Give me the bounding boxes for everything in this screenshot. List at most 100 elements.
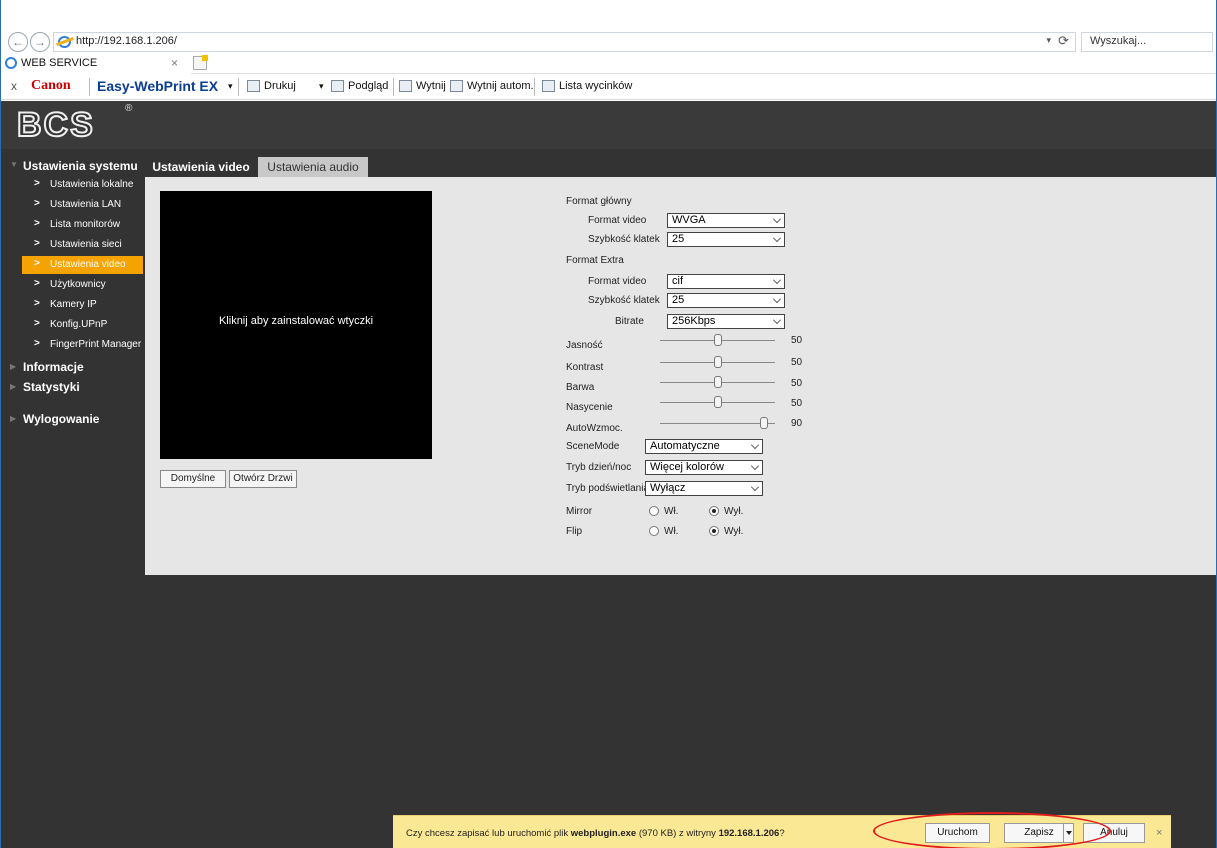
hue-slider-handle[interactable] — [713, 376, 722, 388]
main-video-format-label: Format video — [588, 215, 647, 226]
hue-label: Barwa — [566, 382, 595, 393]
chevron-right-icon: > — [34, 238, 40, 249]
select-value: Automatyczne — [650, 440, 720, 452]
clip-button[interactable]: Wytnij — [416, 80, 446, 92]
day-night-label: Tryb dzień/noc — [566, 462, 632, 473]
sidebar-item-monitor-list[interactable]: > Lista monitorów — [22, 216, 143, 234]
clip-list-button[interactable]: Lista wycinków — [559, 80, 632, 92]
sidebar-information[interactable]: Informacje — [23, 360, 84, 374]
chevron-right-icon: > — [34, 198, 40, 209]
address-dropdown-icon[interactable]: ▾ — [1046, 35, 1051, 46]
sidebar-logout[interactable]: Wylogowanie — [23, 412, 99, 426]
preview-dropdown-icon[interactable]: ▾ — [319, 81, 324, 92]
mirror-on-label: Wł. — [664, 506, 679, 517]
saturation-slider-handle[interactable] — [713, 396, 722, 408]
easy-webprint-dropdown-icon[interactable]: ▾ — [228, 81, 233, 92]
tab-audio-settings[interactable]: Ustawienia audio — [258, 157, 368, 177]
bitrate-select[interactable]: 256Kbps — [667, 314, 785, 329]
bcs-logo: BCS — [16, 105, 95, 145]
flip-label: Flip — [566, 526, 583, 537]
mirror-off-label: Wył. — [724, 506, 744, 517]
chevron-right-icon: > — [34, 178, 40, 189]
flip-off-radio[interactable] — [709, 526, 719, 536]
sidebar-item-lan-settings[interactable]: > Ustawienia LAN — [22, 196, 143, 214]
sidebar-item-video-settings[interactable]: > Ustawienia video — [22, 256, 143, 274]
contrast-label: Kontrast — [566, 362, 604, 373]
chevron-right-icon: > — [34, 278, 40, 289]
auto-gain-slider-handle[interactable] — [759, 417, 768, 429]
sidebar-item-label: Ustawienia sieci — [50, 239, 122, 250]
chevron-down-icon — [773, 276, 781, 284]
sidebar-item-label: Ustawienia lokalne — [50, 179, 134, 190]
scene-mode-select[interactable]: Automatyczne — [645, 439, 763, 454]
clip-icon — [399, 80, 412, 92]
video-preview[interactable]: Kliknij aby zainstalować wtyczki — [160, 191, 432, 459]
sidebar-statistics[interactable]: Statystyki — [23, 380, 80, 394]
open-door-button[interactable]: Otwórz Drzwi — [229, 470, 297, 488]
chevron-right-icon: > — [34, 218, 40, 229]
address-bar[interactable]: http://192.168.1.206/ ▾ ⟳ — [53, 32, 1076, 52]
main-frame-rate-select[interactable]: 25 — [667, 232, 785, 247]
download-host: 192.168.1.206 — [718, 828, 780, 839]
extra-frame-rate-select[interactable]: 25 — [667, 293, 785, 308]
new-tab-button[interactable] — [193, 55, 208, 70]
print-button[interactable]: Drukuj — [264, 80, 296, 92]
preview-icon — [331, 80, 344, 92]
chevron-right-icon: > — [34, 298, 40, 309]
main-frame-rate-label: Szybkość klatek — [588, 234, 660, 245]
brightness-slider-handle[interactable] — [713, 334, 722, 346]
flip-on-radio[interactable] — [649, 526, 659, 536]
back-button[interactable]: ← — [8, 32, 28, 52]
sidebar-item-ip-cameras[interactable]: > Kamery IP — [22, 296, 143, 314]
mirror-label: Mirror — [566, 506, 593, 517]
download-prompt-suffix: ? — [779, 828, 785, 839]
forward-button[interactable]: → — [30, 32, 50, 52]
default-button[interactable]: Domyślne — [160, 470, 226, 488]
saturation-label: Nasycenie — [566, 402, 613, 413]
toolbar-separator — [534, 78, 535, 96]
sidebar-item-label: Konfig.UPnP — [50, 319, 108, 330]
refresh-icon[interactable]: ⟳ — [1058, 33, 1069, 49]
mirror-off-radio[interactable] — [709, 506, 719, 516]
mirror-on-radio[interactable] — [649, 506, 659, 516]
collapsed-triangle-icon: ▶ — [10, 414, 17, 423]
chevron-down-icon — [773, 316, 781, 324]
sidebar-system-settings[interactable]: Ustawienia systemu — [23, 159, 138, 173]
backlight-select[interactable]: Wyłącz — [645, 481, 763, 496]
tab-close-icon[interactable]: × — [171, 56, 178, 70]
sidebar-item-label: Użytkownicy — [50, 279, 106, 290]
annotation-ellipse — [873, 812, 1111, 848]
hue-value: 50 — [791, 378, 803, 389]
tab-video-settings[interactable]: Ustawienia video — [147, 157, 255, 177]
sidebar-item-fingerprint-manager[interactable]: > FingerPrint Manager — [22, 336, 143, 354]
toolbar-close-icon[interactable]: x — [11, 79, 17, 93]
sidebar-item-local-settings[interactable]: > Ustawienia lokalne — [22, 176, 143, 194]
auto-clip-button[interactable]: Wytnij autom. — [467, 80, 534, 92]
sidebar-item-upnp-config[interactable]: > Konfig.UPnP — [22, 316, 143, 334]
ie-icon — [58, 36, 71, 48]
download-prompt-prefix: Czy chcesz zapisać lub uruchomić plik — [406, 828, 571, 839]
canon-toolbar: x Canon Easy-WebPrint EX ▾ Drukuj ▾ Podg… — [1, 74, 1216, 100]
select-value: 256Kbps — [672, 315, 716, 327]
chevron-down-icon — [773, 215, 781, 223]
collapsed-triangle-icon: ▶ — [10, 382, 17, 391]
contrast-slider-handle[interactable] — [713, 356, 722, 368]
sidebar-item-network-settings[interactable]: > Ustawienia sieci — [22, 236, 143, 254]
search-input[interactable]: Wyszukaj... — [1081, 32, 1213, 52]
sidebar-item-users[interactable]: > Użytkownicy — [22, 276, 143, 294]
extra-video-format-select[interactable]: cif — [667, 274, 785, 289]
video-settings-panel: Kliknij aby zainstalować wtyczki Domyśln… — [145, 177, 1216, 575]
auto-gain-slider[interactable] — [660, 423, 775, 424]
day-night-select[interactable]: Więcej kolorów — [645, 460, 763, 475]
easy-webprint-menu[interactable]: Easy-WebPrint EX — [97, 78, 218, 94]
browser-tab-web-service[interactable]: WEB SERVICE × — [1, 54, 191, 74]
search-placeholder: Wyszukaj... — [1090, 35, 1147, 47]
chevron-right-icon: > — [34, 258, 40, 269]
download-bar-close-icon[interactable]: × — [1156, 827, 1162, 839]
preview-button[interactable]: Podgląd — [348, 80, 388, 92]
install-plugin-message[interactable]: Kliknij aby zainstalować wtyczki — [160, 315, 432, 327]
address-text: http://192.168.1.206/ — [76, 35, 177, 47]
extra-frame-rate-label: Szybkość klatek — [588, 295, 660, 306]
main-video-format-select[interactable]: WVGA — [667, 213, 785, 228]
brightness-label: Jasność — [566, 340, 603, 351]
